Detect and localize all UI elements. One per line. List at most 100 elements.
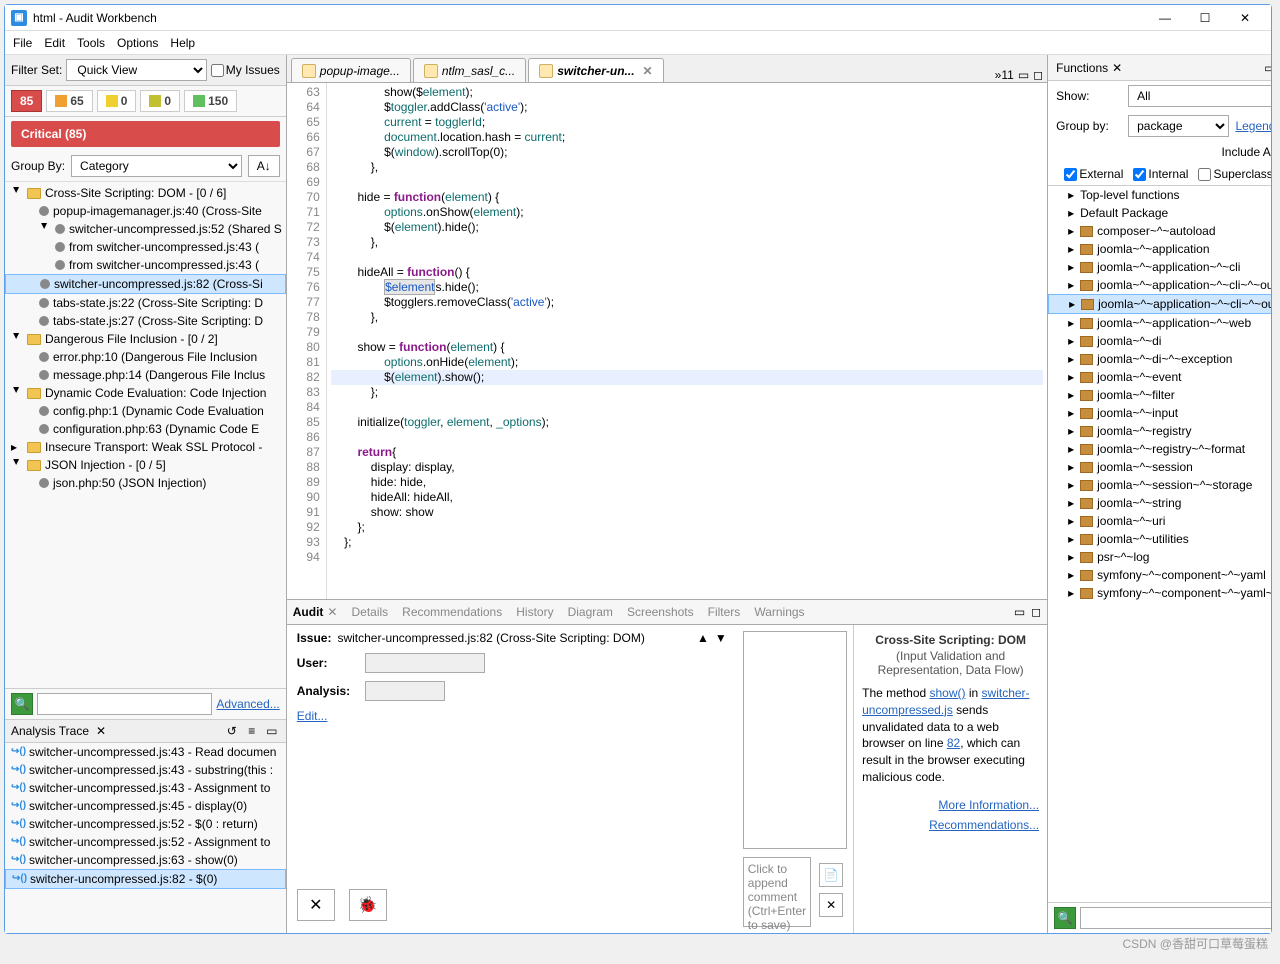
my-issues-checkbox[interactable]: My Issues	[211, 63, 280, 77]
package-item[interactable]: joomla~^~event	[1048, 368, 1271, 386]
issue-item[interactable]: Dynamic Code Evaluation: Code Injection	[5, 384, 286, 402]
audit-tab-screenshots[interactable]: Screenshots	[627, 605, 694, 619]
maximize-icon[interactable]: ◻	[1031, 605, 1041, 619]
trace-item[interactable]: ↪() switcher-uncompressed.js:43 - Assign…	[5, 779, 286, 797]
trace-item[interactable]: ↪() switcher-uncompressed.js:52 - $(0 : …	[5, 815, 286, 833]
issue-item[interactable]: from switcher-uncompressed.js:43 (	[5, 238, 286, 256]
severity-sev-low[interactable]: 150	[184, 90, 237, 112]
recommendations-link[interactable]: Recommendations...	[862, 818, 1039, 832]
add-comment-icon[interactable]: 📄	[819, 863, 843, 887]
menu-options[interactable]: Options	[117, 36, 158, 50]
menu-help[interactable]: Help	[170, 36, 195, 50]
close-button[interactable]: ✕	[1225, 7, 1265, 29]
maximize-icon[interactable]: ◻	[1033, 68, 1043, 82]
issue-item[interactable]: Cross-Site Scripting: DOM - [0 / 6]	[5, 184, 286, 202]
fn-group-select[interactable]: package	[1128, 115, 1229, 137]
audit-tab-history[interactable]: History	[516, 605, 553, 619]
editor-tab[interactable]: ntlm_sasl_c...	[413, 58, 526, 82]
issue-item[interactable]: tabs-state.js:27 (Cross-Site Scripting: …	[5, 312, 286, 330]
package-item[interactable]: joomla~^~utilities	[1048, 530, 1271, 548]
reject-button[interactable]: ✕	[297, 889, 335, 921]
search-icon[interactable]: 🔍	[11, 693, 33, 715]
package-item[interactable]: joomla~^~application~^~web	[1048, 314, 1271, 332]
issue-item[interactable]: from switcher-uncompressed.js:43 (	[5, 256, 286, 274]
issue-search-input[interactable]	[37, 693, 212, 715]
package-item[interactable]: Default Package	[1048, 204, 1271, 222]
external-checkbox[interactable]: External	[1064, 167, 1123, 181]
internal-checkbox[interactable]: Internal	[1133, 167, 1188, 181]
minimize-icon[interactable]: ▭	[264, 723, 280, 739]
editor-tab[interactable]: popup-image...	[291, 58, 411, 82]
package-item[interactable]: joomla~^~session~^~storage	[1048, 476, 1271, 494]
trace-tool-icon[interactable]: ↺	[224, 723, 240, 739]
more-info-link[interactable]: More Information...	[862, 798, 1039, 812]
audit-tab-details[interactable]: Details	[351, 605, 388, 619]
issue-item[interactable]: switcher-uncompressed.js:82 (Cross-Si	[5, 274, 286, 294]
audit-tab-filters[interactable]: Filters	[708, 605, 741, 619]
fn-show-select[interactable]: All	[1128, 85, 1271, 107]
package-item[interactable]: joomla~^~application~^~cli	[1048, 258, 1271, 276]
legend-link[interactable]: Legend...	[1235, 119, 1271, 133]
package-item[interactable]: symfony~^~component~^~yaml~^~	[1048, 584, 1271, 602]
issue-item[interactable]: json.php:50 (JSON Injection)	[5, 474, 286, 492]
issue-item[interactable]: JSON Injection - [0 / 5]	[5, 456, 286, 474]
issue-item[interactable]: Insecure Transport: Weak SSL Protocol -	[5, 438, 286, 456]
user-field[interactable]	[365, 653, 485, 673]
package-item[interactable]: joomla~^~registry	[1048, 422, 1271, 440]
severity-sev-high[interactable]: 65	[46, 90, 92, 112]
issue-tree[interactable]: Cross-Site Scripting: DOM - [0 / 6] popu…	[5, 182, 286, 688]
comment-input[interactable]: Click to append comment (Ctrl+Enter to s…	[743, 857, 811, 927]
trace-item[interactable]: ↪() switcher-uncompressed.js:63 - show(0…	[5, 851, 286, 869]
maximize-button[interactable]: ☐	[1185, 7, 1225, 29]
delete-comment-icon[interactable]: ✕	[819, 893, 843, 917]
analysis-trace-list[interactable]: ↪() switcher-uncompressed.js:43 - Read d…	[5, 743, 286, 933]
code-editor[interactable]: 6364656667686970717273747576777879808182…	[287, 83, 1047, 599]
trace-item[interactable]: ↪() switcher-uncompressed.js:43 - Read d…	[5, 743, 286, 761]
trace-item[interactable]: ↪() switcher-uncompressed.js:82 - $(0)	[5, 869, 286, 889]
severity-sev-med2[interactable]: 0	[140, 90, 180, 112]
analysis-field[interactable]	[365, 681, 445, 701]
package-item[interactable]: joomla~^~application~^~cli~^~outp	[1048, 276, 1271, 294]
issue-item[interactable]: message.php:14 (Dangerous File Inclus	[5, 366, 286, 384]
trace-menu-icon[interactable]: ≡	[244, 723, 260, 739]
package-item[interactable]: joomla~^~string	[1048, 494, 1271, 512]
issue-item[interactable]: config.php:1 (Dynamic Code Evaluation	[5, 402, 286, 420]
editor-tab[interactable]: switcher-un...✕	[528, 58, 663, 82]
audit-tab-warnings[interactable]: Warnings	[754, 605, 804, 619]
issue-item[interactable]: popup-imagemanager.js:40 (Cross-Site	[5, 202, 286, 220]
next-issue-icon[interactable]: ▼	[715, 631, 727, 645]
issue-item[interactable]: tabs-state.js:22 (Cross-Site Scripting: …	[5, 294, 286, 312]
trace-item[interactable]: ↪() switcher-uncompressed.js:43 - substr…	[5, 761, 286, 779]
trace-item[interactable]: ↪() switcher-uncompressed.js:45 - displa…	[5, 797, 286, 815]
package-item[interactable]: joomla~^~application~^~cli~^~outp	[1048, 294, 1271, 314]
minimize-icon[interactable]: ▭	[1014, 605, 1025, 619]
package-item[interactable]: psr~^~log	[1048, 548, 1271, 566]
package-item[interactable]: joomla~^~uri	[1048, 512, 1271, 530]
sort-button[interactable]: A↓	[248, 155, 280, 177]
menu-tools[interactable]: Tools	[77, 36, 105, 50]
package-item[interactable]: joomla~^~session	[1048, 458, 1271, 476]
issue-item[interactable]: error.php:10 (Dangerous File Inclusion	[5, 348, 286, 366]
close-icon[interactable]: ✕	[93, 723, 109, 739]
search-icon[interactable]: 🔍	[1054, 907, 1076, 929]
package-item[interactable]: joomla~^~input	[1048, 404, 1271, 422]
close-icon[interactable]: ✕	[1112, 61, 1122, 75]
package-search-input[interactable]	[1080, 907, 1271, 929]
menu-file[interactable]: File	[13, 36, 32, 50]
bug-button[interactable]: 🐞	[349, 889, 387, 921]
advanced-link[interactable]: Advanced...	[216, 697, 279, 711]
package-tree[interactable]: Top-level functionsDefault Package compo…	[1048, 186, 1271, 902]
package-item[interactable]: joomla~^~application	[1048, 240, 1271, 258]
package-item[interactable]: joomla~^~di~^~exception	[1048, 350, 1271, 368]
package-item[interactable]: joomla~^~registry~^~format	[1048, 440, 1271, 458]
issue-item[interactable]: configuration.php:63 (Dynamic Code E	[5, 420, 286, 438]
package-item[interactable]: Top-level functions	[1048, 186, 1271, 204]
summary-method-link[interactable]: show()	[930, 686, 966, 700]
tab-overflow[interactable]: »11	[995, 68, 1014, 82]
minimize-icon[interactable]: ▭	[1264, 61, 1271, 75]
audit-notes-box[interactable]	[743, 631, 847, 849]
issue-item[interactable]: Dangerous File Inclusion - [0 / 2]	[5, 330, 286, 348]
filter-select[interactable]: Quick View	[66, 59, 206, 81]
edit-link[interactable]: Edit...	[297, 709, 727, 723]
prev-issue-icon[interactable]: ▲	[697, 631, 709, 645]
